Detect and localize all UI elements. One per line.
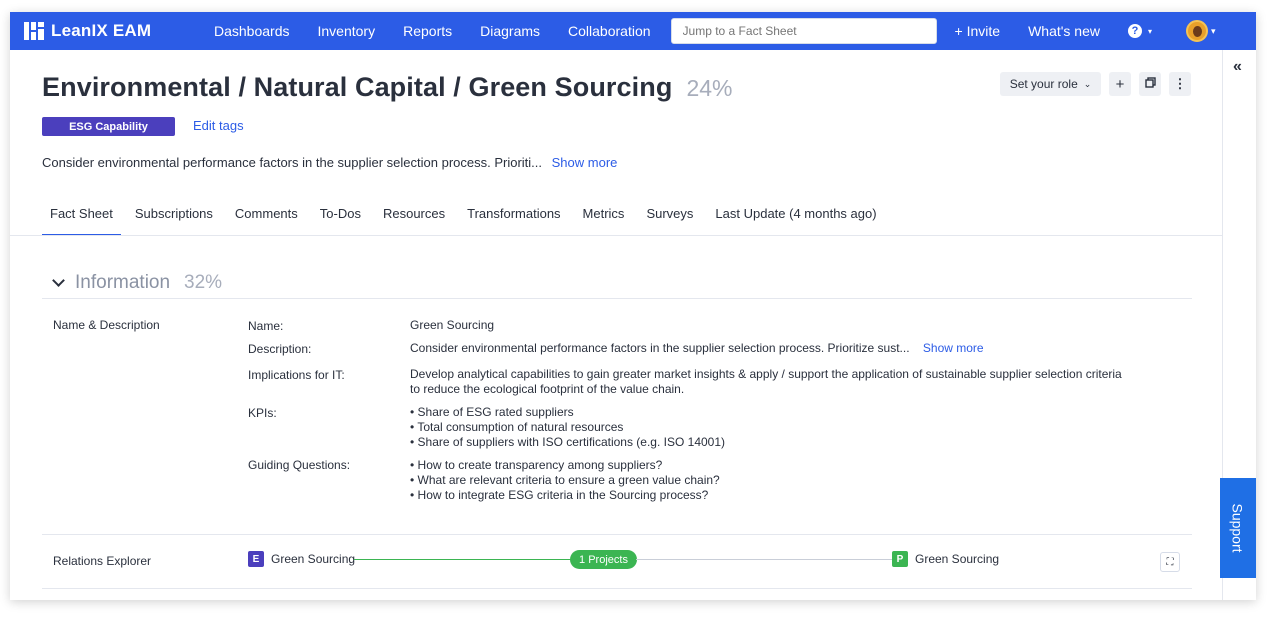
user-avatar[interactable] (1186, 20, 1208, 42)
tab-transformations[interactable]: Transformations (459, 198, 568, 236)
projects-count-badge[interactable]: 1 Projects (570, 550, 637, 569)
relation-node-target[interactable]: P Green Sourcing (892, 551, 999, 567)
help-menu[interactable]: ? ▾ (1127, 24, 1152, 38)
relations-divider-bottom (42, 588, 1192, 589)
chevron-down-icon[interactable]: ▾ (1211, 26, 1216, 37)
relation-connector (636, 559, 892, 560)
kpi-item: • Share of suppliers with ISO certificat… (410, 435, 726, 449)
fact-sheet-title-row: Environmental / Natural Capital / Green … (42, 72, 732, 103)
copy-button[interactable] (1139, 72, 1161, 96)
whats-new-link[interactable]: What's new (1028, 23, 1100, 39)
chevron-down-icon: ▾ (1147, 26, 1152, 36)
element-type-badge: E (248, 551, 264, 567)
field-group-label: Name & Description (53, 318, 160, 332)
node-name: Green Sourcing (271, 552, 356, 566)
relations-explorer-label: Relations Explorer (53, 554, 152, 568)
nav-collaboration[interactable]: Collaboration (568, 23, 651, 39)
relation-node-source[interactable]: E Green Sourcing (248, 551, 355, 567)
kpis-list: • Share of ESG rated suppliers • Total c… (410, 405, 725, 450)
fact-sheet-search-input[interactable] (670, 18, 937, 44)
implications-label: Implications for IT: (248, 368, 345, 382)
chevron-down-icon (52, 274, 65, 287)
question-item: • What are relevant criteria to ensure a… (410, 473, 720, 487)
tab-fact-sheet[interactable]: Fact Sheet (42, 198, 121, 236)
leanix-logo-icon (24, 22, 44, 40)
tab-subscriptions[interactable]: Subscriptions (127, 198, 221, 236)
guiding-questions-list: • How to create transparency among suppl… (410, 458, 720, 503)
name-label: Name: (248, 319, 284, 333)
copy-icon (1144, 77, 1156, 91)
plus-icon: + (1115, 75, 1125, 93)
description-label: Description: (248, 342, 312, 356)
fact-sheet-tabs: Fact Sheet Subscriptions Comments To-Dos… (42, 198, 891, 236)
set-role-button[interactable]: Set your role ⌄ (1000, 72, 1101, 96)
section-title: Information (75, 272, 171, 293)
implications-line: Develop analytical capabilities to gain … (410, 367, 1122, 381)
project-type-badge: P (892, 551, 908, 567)
more-vertical-icon: ⋮ (1173, 76, 1187, 91)
top-navigation-bar: LeanIX EAM Dashboards Inventory Reports … (10, 12, 1256, 50)
tab-resources[interactable]: Resources (375, 198, 453, 236)
tab-metrics[interactable]: Metrics (575, 198, 633, 236)
tab-last-update[interactable]: Last Update (4 months ago) (707, 198, 884, 236)
header-actions: Set your role ⌄ + ⋮ (1000, 72, 1199, 96)
add-button[interactable]: + (1109, 72, 1131, 96)
collapse-sidebar-icon[interactable]: « (1233, 58, 1242, 76)
relations-divider-top (42, 534, 1192, 535)
support-button[interactable]: Support (1220, 478, 1256, 578)
show-more-link[interactable]: Show more (552, 155, 618, 170)
app-window: LeanIX EAM Dashboards Inventory Reports … (10, 12, 1256, 600)
description-text: Consider environmental performance facto… (42, 155, 543, 170)
tab-comments[interactable]: Comments (227, 198, 306, 236)
kpi-item: • Share of ESG rated suppliers (410, 405, 574, 419)
kpis-label: KPIs: (248, 406, 277, 420)
page-title: Environmental / Natural Capital / Green … (42, 72, 673, 102)
description-value: Consider environmental performance facto… (410, 341, 910, 355)
section-divider (42, 298, 1192, 299)
nav-right-group: + Invite What's new ? ▾ ▾ (955, 20, 1216, 42)
name-value: Green Sourcing (410, 318, 495, 332)
guiding-questions-label: Guiding Questions: (248, 458, 351, 472)
kpi-item: • Total consumption of natural resources (410, 420, 624, 434)
tag-esg-capability[interactable]: ESG Capability (42, 117, 175, 136)
description-field: Consider environmental performance facto… (410, 341, 984, 356)
nav-inventory[interactable]: Inventory (318, 23, 376, 39)
description-show-more-link[interactable]: Show more (923, 341, 984, 355)
tab-todos[interactable]: To-Dos (312, 198, 369, 236)
chevron-down-icon: ⌄ (1083, 78, 1092, 89)
brand-name: LeanIX EAM (51, 21, 152, 40)
fact-sheet-description: Consider environmental performance facto… (42, 155, 617, 170)
invite-button[interactable]: + Invite (955, 23, 1001, 39)
relation-connector (354, 559, 572, 560)
implications-line: to reduce the ecological footprint of th… (410, 382, 685, 396)
nav-diagrams[interactable]: Diagrams (480, 23, 540, 39)
support-label: Support (1230, 503, 1247, 553)
section-completion: 32% (184, 272, 223, 293)
more-options-button[interactable]: ⋮ (1169, 72, 1191, 96)
brand[interactable]: LeanIX EAM (24, 21, 214, 41)
edit-tags-link[interactable]: Edit tags (193, 118, 244, 133)
tab-surveys[interactable]: Surveys (638, 198, 701, 236)
nav-reports[interactable]: Reports (403, 23, 452, 39)
node-name: Green Sourcing (915, 552, 1000, 566)
tabs-divider (10, 235, 1222, 236)
nav-dashboards[interactable]: Dashboards (214, 23, 290, 39)
fullscreen-button[interactable]: ⛶ (1160, 552, 1180, 572)
expand-icon: ⛶ (1166, 556, 1174, 568)
information-section-header[interactable]: Information 32% (52, 272, 223, 294)
completion-score: 24% (686, 75, 733, 101)
help-icon: ? (1127, 24, 1142, 38)
question-item: • How to create transparency among suppl… (410, 458, 663, 472)
set-role-label: Set your role (1009, 77, 1078, 91)
implications-value: Develop analytical capabilities to gain … (410, 367, 1122, 397)
question-item: • How to integrate ESG criteria in the S… (410, 488, 709, 502)
